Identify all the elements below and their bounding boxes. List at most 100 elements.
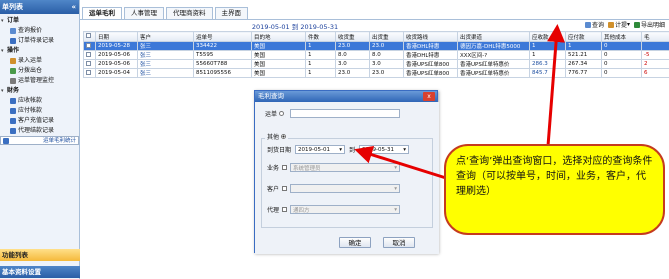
tab-agents[interactable]: 代理商资料	[166, 7, 213, 19]
select-all-checkbox[interactable]	[83, 31, 96, 42]
col-other-cost[interactable]: 其他成本	[601, 31, 642, 42]
tab-hr[interactable]: 人事管理	[124, 7, 164, 19]
col-pieces[interactable]: 件数	[305, 31, 336, 42]
dialog-title: 毛利查询	[258, 92, 284, 100]
col-destination[interactable]: 目的地	[251, 31, 306, 42]
col-payable[interactable]: 应付款	[565, 31, 602, 42]
tab-home[interactable]: 主界面	[214, 7, 248, 19]
nav-item-quote[interactable]: 查询报价	[0, 26, 79, 36]
app-window: 单列表 « ▾ 订单 查询报价 订单待录记录 ▾ 操作 录入运单 分拨出仓 运单管理…	[0, 0, 669, 279]
waybill-input[interactable]	[290, 109, 401, 118]
table-row[interactable]: 2019-05-04 张三 8511095556 美国 1 23.0 23.0 …	[83, 68, 669, 78]
nav-group-order[interactable]: ▾ 订单	[0, 16, 79, 26]
chevron-down-icon: ▾	[394, 185, 398, 192]
waybill-radio[interactable]	[279, 111, 285, 116]
nav-item-waybill-monitor[interactable]: 运单管理监控	[0, 76, 79, 86]
agent-select[interactable]: 通四方 ▾	[290, 205, 401, 214]
collapse-icon[interactable]: «	[71, 0, 76, 14]
cell-receivable: 286.3	[529, 59, 566, 69]
nav-item-agent-settlement[interactable]: 代理结款记录	[0, 126, 79, 136]
export-button[interactable]: 导出明细	[633, 20, 665, 29]
other-radio[interactable]	[281, 134, 287, 139]
nav-item-enter-waybill[interactable]: 录入运单	[0, 56, 79, 66]
customer-checkbox[interactable]	[282, 186, 288, 191]
business-row: 业务 系统管理员 ▾	[267, 163, 401, 172]
cell-pieces: 1	[305, 68, 336, 78]
tab-waybill-profit[interactable]: 运单毛利	[82, 7, 122, 19]
nav-item-payables[interactable]: 应付帐款	[0, 106, 79, 116]
agent-label: 代理	[267, 207, 280, 214]
cell-customer[interactable]: 张三	[137, 41, 194, 51]
cell-pieces: 1	[305, 59, 336, 69]
nav-item-customer-recharge[interactable]: 客户充值记录	[0, 116, 79, 126]
waybill-label: 运单	[265, 111, 278, 118]
cell-recv-weight: 3.0	[335, 59, 370, 69]
date-label: 到货日期	[267, 147, 292, 154]
customer-select[interactable]: ▾	[290, 184, 401, 193]
col-waybill[interactable]: 运单号	[193, 31, 252, 42]
row-checkbox[interactable]	[83, 68, 96, 78]
nav-group-finance[interactable]: ▾ 财务	[0, 86, 79, 96]
cell-other-cost: 0	[601, 41, 642, 51]
col-receivable[interactable]: 应收款	[529, 31, 566, 42]
col-recv-route[interactable]: 收货路线	[403, 31, 458, 42]
row-checkbox[interactable]	[83, 41, 96, 51]
date-to-picker[interactable]: 2019-05-31 ▾	[359, 145, 410, 154]
col-date[interactable]: 日期	[95, 31, 138, 42]
nav-tree: ▾ 订单 查询报价 订单待录记录 ▾ 操作 录入运单 分拨出仓 运单管理监控 ▾ 财务…	[0, 14, 79, 145]
nav-item-waybill-profit[interactable]: 运单毛利统计	[0, 136, 79, 145]
agent-checkbox[interactable]	[282, 207, 288, 212]
business-select[interactable]: 系统管理员 ▾	[290, 163, 401, 172]
cell-waybill: 55660T788	[193, 59, 252, 69]
cell-receivable: 1	[529, 41, 566, 51]
profit-query-dialog: 毛利查询 x 运单 其他 到货日期 2019-05-01 ▾ 到 2019-05-…	[254, 90, 439, 254]
row-checkbox[interactable]	[83, 50, 96, 60]
search-icon	[10, 28, 16, 34]
table-row[interactable]: 2019-05-28 张三 334422 美国 1 23.0 23.0 香港DH…	[83, 41, 669, 51]
nav-item-receivables[interactable]: 应收帐款	[0, 96, 79, 106]
chevron-down-icon: ▾	[394, 164, 398, 171]
cell-destination: 美国	[251, 41, 306, 51]
coin-icon	[10, 108, 16, 114]
calc-button[interactable]: 计提 ▾	[607, 20, 630, 29]
nav-item-pending-orders[interactable]: 订单待录记录	[0, 36, 79, 46]
cell-ship-channel: 香港UPS红单特惠价	[457, 59, 530, 69]
cell-customer[interactable]: 张三	[137, 59, 194, 69]
col-profit[interactable]: 毛	[641, 31, 669, 42]
truck-icon	[10, 68, 16, 74]
dialog-titlebar: 毛利查询 x	[255, 91, 437, 102]
ok-button[interactable]: 确定	[339, 237, 371, 248]
cell-other-cost: 0	[601, 59, 642, 69]
chevron-down-icon: ▾	[626, 21, 630, 28]
date-from-picker[interactable]: 2019-05-01 ▾	[295, 145, 346, 154]
business-checkbox[interactable]	[282, 165, 288, 170]
close-icon[interactable]: x	[423, 92, 435, 101]
chart-icon	[3, 137, 9, 144]
cell-recv-route: 香港UPS红单800	[403, 59, 458, 69]
col-customer[interactable]: 客户	[137, 31, 194, 42]
cell-date: 2019-05-06	[95, 59, 138, 69]
cell-customer[interactable]: 张三	[137, 68, 194, 78]
cell-payable: 521.21	[565, 50, 602, 60]
table-row[interactable]: 2019-05-06 张三 55660T788 美国 1 3.0 3.0 香港U…	[83, 59, 669, 69]
query-button[interactable]: 查询	[584, 20, 604, 29]
row-checkbox[interactable]	[83, 59, 96, 69]
table-row[interactable]: 2019-05-06 张三 T5595 美国 1 8.0 8.0 香港DHL特惠…	[83, 50, 669, 60]
col-recv-weight[interactable]: 收货重	[335, 31, 370, 42]
function-list-button[interactable]: 功能列表	[0, 249, 80, 261]
cell-recv-weight: 23.0	[335, 68, 370, 78]
cell-profit: 2	[641, 59, 669, 69]
toolbar: 查询 计提 ▾ 导出明细	[584, 20, 665, 29]
customer-row: 客户 ▾	[267, 184, 401, 193]
cell-destination: 美国	[251, 68, 306, 78]
nav-group-operation[interactable]: ▾ 操作	[0, 46, 79, 56]
nav-item-dispatch[interactable]: 分拨出仓	[0, 66, 79, 76]
col-ship-channel[interactable]: 出货渠道	[457, 31, 530, 42]
cell-date: 2019-05-06	[95, 50, 138, 60]
basic-settings-button[interactable]: 基本资料设置	[0, 266, 80, 278]
tab-bar: 运单毛利 人事管理 代理商资料 主界面	[82, 7, 250, 19]
cell-customer[interactable]: 张三	[137, 50, 194, 60]
cancel-button[interactable]: 取消	[383, 237, 415, 248]
cell-recv-route: 香港DHL特惠	[403, 41, 458, 51]
col-ship-weight[interactable]: 出货重	[369, 31, 404, 42]
